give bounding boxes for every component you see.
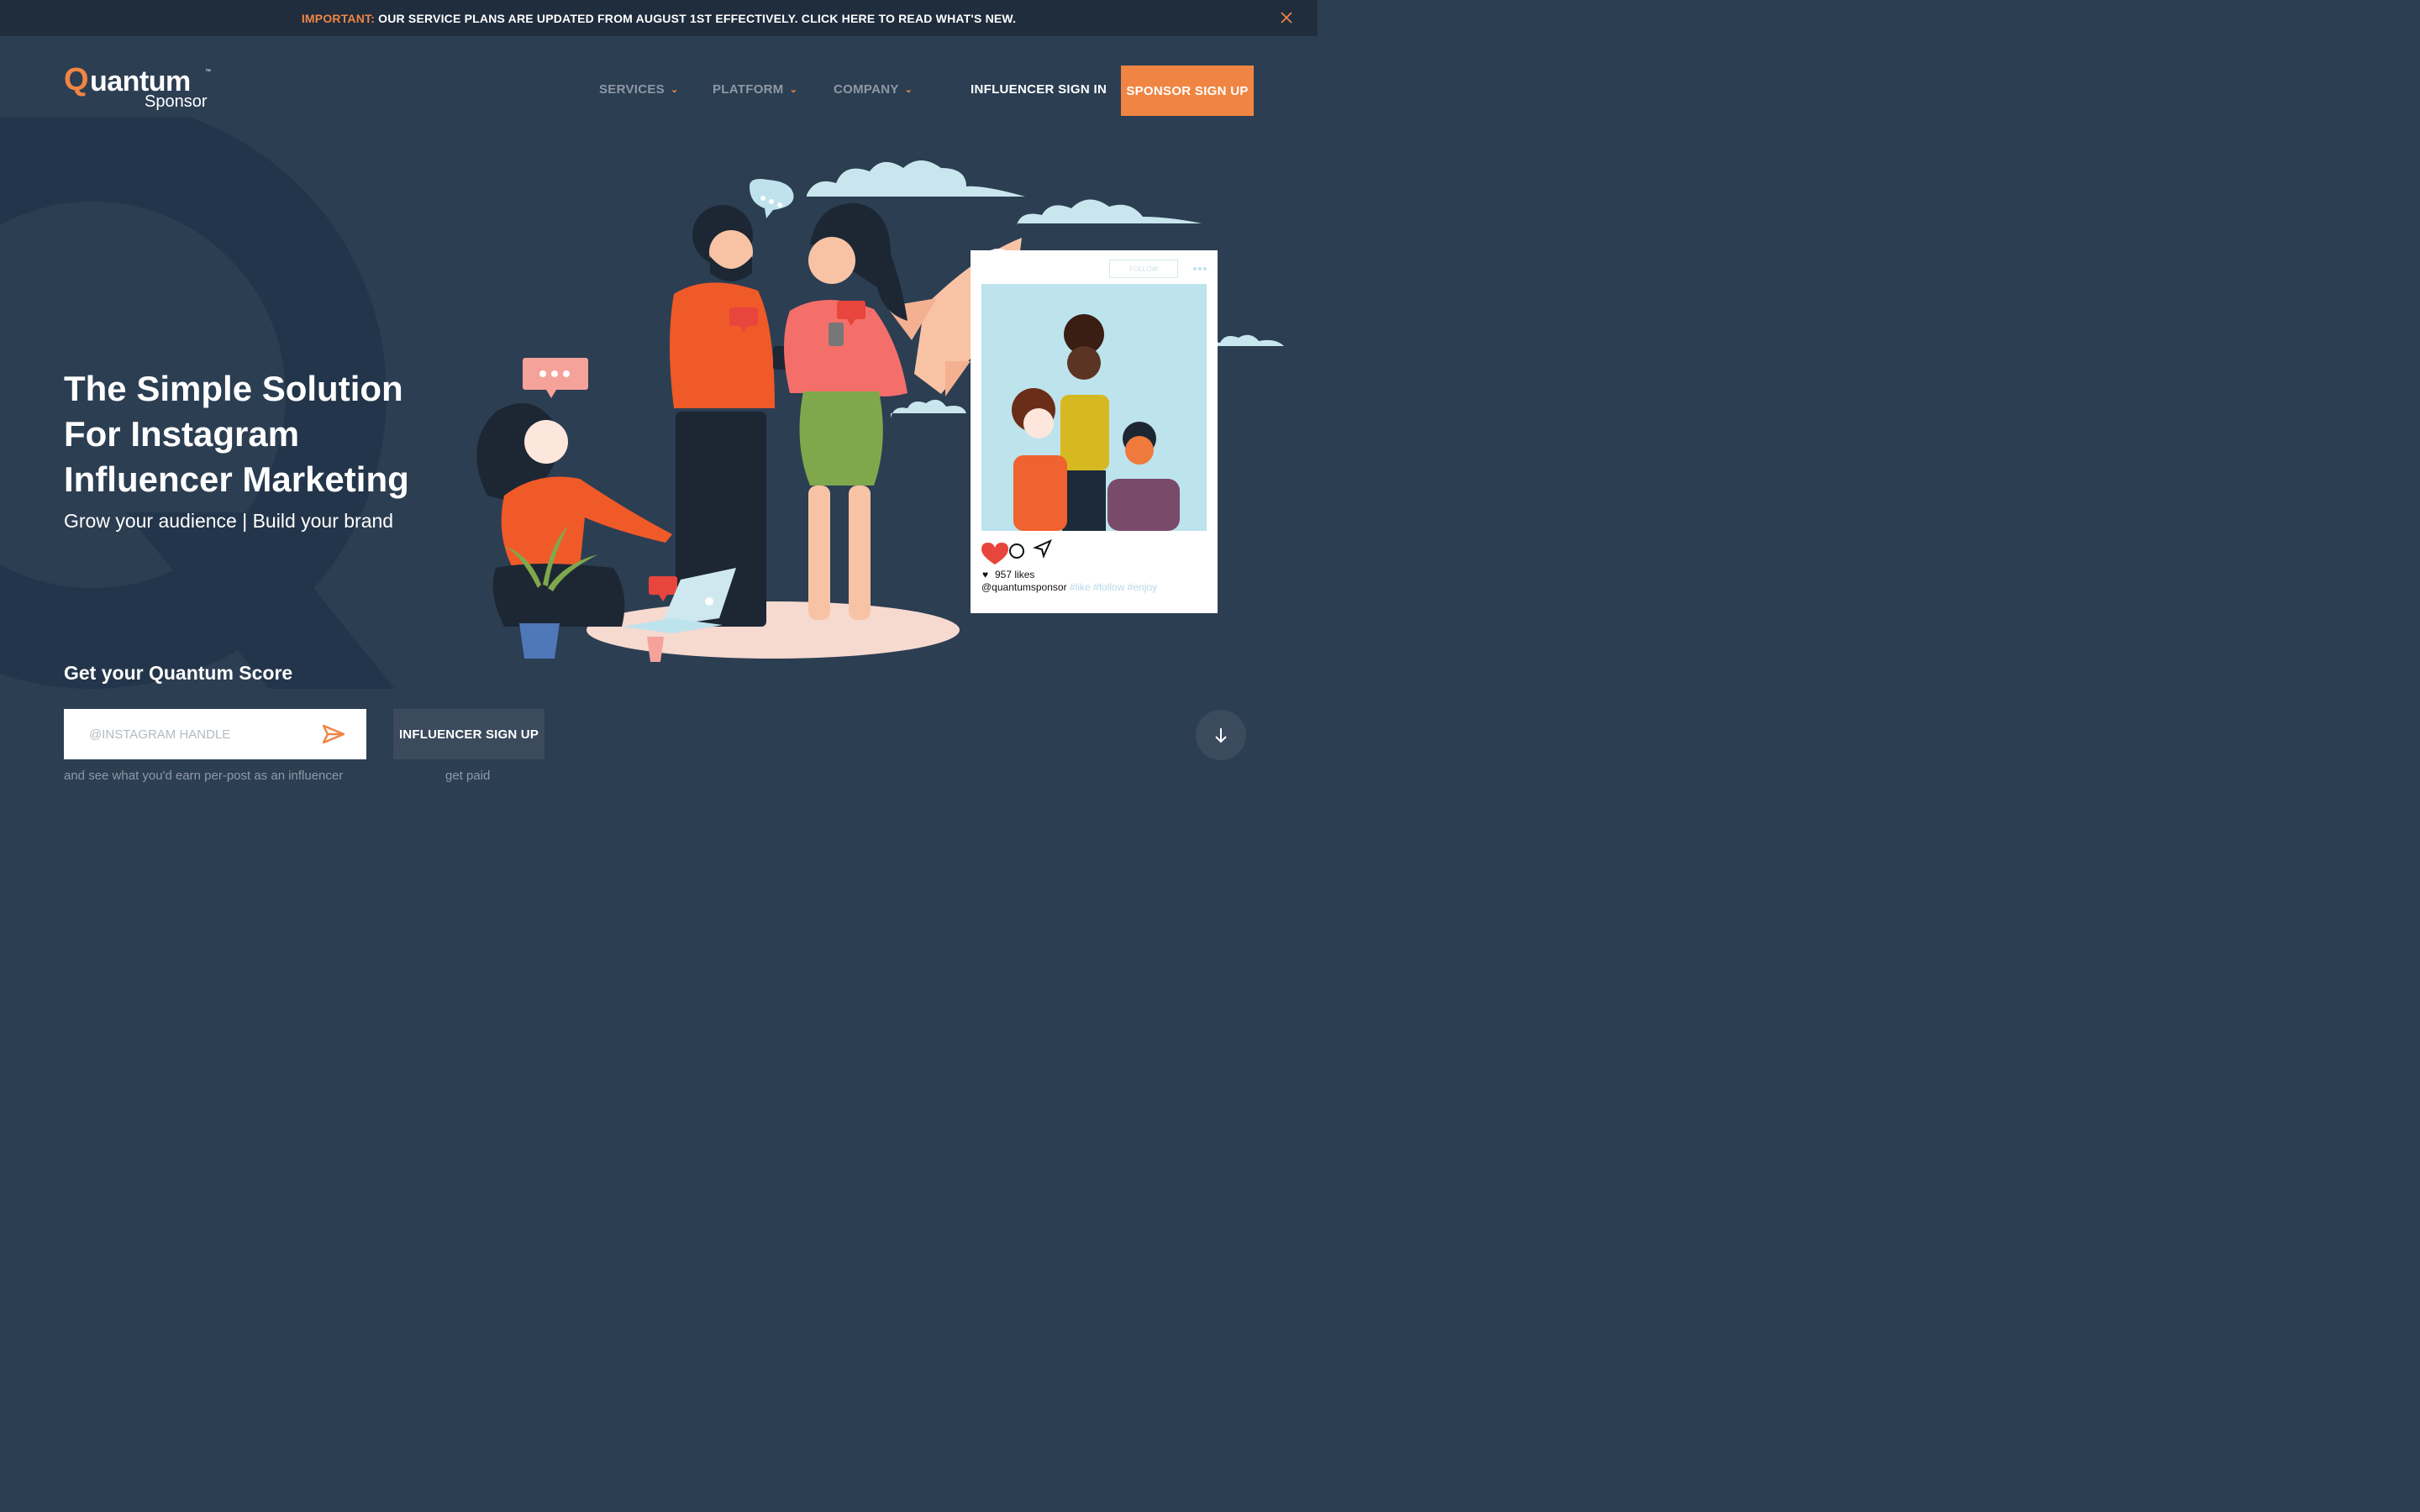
influencer-sign-up-button[interactable]: INFLUENCER SIGN UP — [393, 709, 544, 759]
instagram-card — [971, 250, 1218, 613]
send-arrow-icon[interactable] — [323, 725, 345, 743]
sitting-woman-figure — [476, 403, 672, 627]
nav-company[interactable]: COMPANY ⌄ — [834, 82, 913, 97]
instagram-likes: 957 likes — [995, 569, 1035, 580]
sponsor-sign-up-button[interactable]: SPONSOR SIGN UP — [1121, 66, 1254, 116]
announcement-message[interactable]: OUR SERVICE PLANS ARE UPDATED FROM AUGUS… — [378, 12, 1016, 25]
nav-platform-label: PLATFORM — [713, 82, 784, 97]
woman-figure — [784, 202, 908, 620]
instagram-username: @quantumsponsor — [981, 581, 1067, 593]
instagram-follow-button: FOLLOW — [1109, 260, 1178, 278]
logo[interactable]: Q uantum ™ Sponsor — [64, 62, 224, 116]
nav-services[interactable]: SERVICES ⌄ — [599, 82, 679, 97]
announcement-label: IMPORTANT: — [301, 11, 376, 25]
instagram-handle-form — [64, 709, 366, 759]
instagram-handle-input[interactable] — [87, 726, 326, 743]
hero-subtitle: Grow your audience | Build your brand — [64, 510, 394, 532]
announcement-bar[interactable]: IMPORTANT: OUR SERVICE PLANS ARE UPDATED… — [0, 0, 1318, 36]
hero-headline: The Simple Solution For Instagram Influe… — [64, 366, 450, 502]
scroll-down-button[interactable] — [1196, 710, 1246, 760]
nav-platform[interactable]: PLATFORM ⌄ — [713, 82, 797, 97]
speech-bubble-icon — [523, 358, 588, 398]
logo-trademark: ™ — [205, 69, 211, 75]
man-figure — [670, 205, 790, 627]
influencer-sign-in-link[interactable]: INFLUENCER SIGN IN — [971, 82, 1107, 97]
logo-subtitle: Sponsor — [145, 92, 208, 111]
small-heart-icon: ♥ — [982, 569, 989, 580]
signup-caption: get paid — [445, 769, 491, 783]
cup-shape — [647, 637, 664, 662]
chevron-down-icon: ⌄ — [904, 85, 913, 95]
instagram-hashtags: #like #follow #enjoy — [1070, 581, 1158, 593]
close-icon[interactable] — [1279, 10, 1294, 25]
score-title: Get your Quantum Score — [64, 662, 293, 684]
hero-headline-line: For Instagram — [64, 414, 300, 454]
floor-shape — [587, 601, 960, 659]
arrow-down-icon — [1215, 728, 1227, 743]
speech-bubble-icon — [750, 179, 794, 218]
chevron-down-icon: ⌄ — [789, 85, 798, 95]
hero-headline-line: The Simple Solution — [64, 369, 403, 408]
nav-company-label: COMPANY — [834, 82, 899, 97]
score-caption: and see what you'd earn per-post as an i… — [64, 769, 344, 783]
logo-q: Q — [64, 62, 89, 97]
hero-headline-line: Influencer Marketing — [64, 459, 409, 499]
chevron-down-icon: ⌄ — [671, 85, 679, 95]
hero-illustration — [476, 160, 1284, 662]
nav-services-label: SERVICES — [599, 82, 665, 97]
